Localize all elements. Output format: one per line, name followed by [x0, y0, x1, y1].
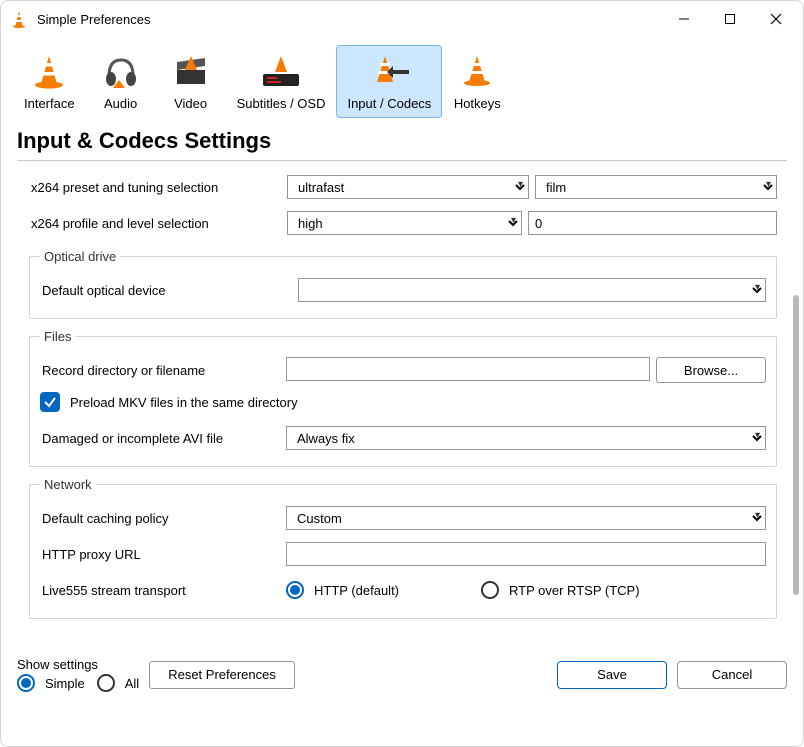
show-settings-label: Show settings	[17, 657, 139, 672]
row-x264-profile: x264 profile and level selection high	[29, 207, 777, 239]
x264-preset-select[interactable]: ultrafast	[287, 175, 529, 199]
tab-subtitles-osd[interactable]: Subtitles / OSD	[226, 45, 337, 118]
tab-label: Subtitles / OSD	[237, 96, 326, 111]
tab-label: Hotkeys	[454, 96, 501, 111]
maximize-button[interactable]	[707, 3, 753, 35]
avi-fix-select[interactable]: Always fix	[286, 426, 766, 450]
preload-mkv-label: Preload MKV files in the same directory	[70, 395, 298, 410]
tab-interface[interactable]: Interface	[13, 45, 86, 118]
avi-label: Damaged or incomplete AVI file	[40, 431, 286, 446]
titlebar: Simple Preferences	[1, 1, 803, 37]
group-optical-drive: Optical drive Default optical device	[29, 249, 777, 319]
vlc-cone-icon	[9, 9, 29, 29]
group-files: Files Record directory or filename Brows…	[29, 329, 777, 467]
live555-label: Live555 stream transport	[40, 583, 286, 598]
minimize-button[interactable]	[661, 3, 707, 35]
close-icon	[770, 13, 782, 25]
check-icon	[43, 395, 57, 409]
tab-label: Input / Codecs	[347, 96, 431, 111]
http-proxy-input[interactable]	[286, 542, 766, 566]
subtitles-icon	[259, 50, 303, 94]
footer: Show settings Simple All Reset Preferenc…	[1, 653, 803, 704]
live555-http-radio[interactable]	[286, 581, 304, 599]
live555-http-label: HTTP (default)	[314, 583, 399, 598]
x264-tuning-select[interactable]: film	[535, 175, 777, 199]
optical-device-select[interactable]	[298, 278, 766, 302]
cancel-button[interactable]: Cancel	[677, 661, 787, 689]
maximize-icon	[724, 13, 736, 25]
x264-profile-label: x264 profile and level selection	[29, 216, 287, 231]
group-network: Network Default caching policy Custom HT…	[29, 477, 777, 619]
scrollbar[interactable]	[793, 295, 799, 595]
record-path-input[interactable]	[286, 357, 650, 381]
tab-label: Video	[174, 96, 207, 111]
caching-policy-select[interactable]: Custom	[286, 506, 766, 530]
page-title: Input & Codecs Settings	[1, 118, 803, 160]
optical-device-label: Default optical device	[40, 283, 298, 298]
files-legend: Files	[40, 329, 75, 344]
minimize-icon	[678, 13, 690, 25]
live555-rtp-radio[interactable]	[481, 581, 499, 599]
tab-label: Audio	[104, 96, 137, 111]
show-all-radio[interactable]	[97, 674, 115, 692]
preload-mkv-checkbox-row: Preload MKV files in the same directory	[40, 392, 766, 412]
optical-legend: Optical drive	[40, 249, 120, 264]
show-simple-radio[interactable]	[17, 674, 35, 692]
reset-preferences-button[interactable]: Reset Preferences	[149, 661, 295, 689]
x264-preset-label: x264 preset and tuning selection	[29, 180, 287, 195]
network-legend: Network	[40, 477, 96, 492]
cone-icon	[27, 50, 71, 94]
show-simple-label: Simple	[45, 676, 85, 691]
tab-audio[interactable]: Audio	[86, 45, 156, 118]
preload-mkv-checkbox[interactable]	[40, 392, 60, 412]
codecs-icon	[367, 50, 411, 94]
browse-button[interactable]: Browse...	[656, 357, 766, 383]
settings-panel: x264 preset and tuning selection ultrafa…	[1, 161, 803, 653]
show-all-label: All	[125, 676, 139, 691]
x264-level-input[interactable]	[528, 211, 777, 235]
row-x264-preset: x264 preset and tuning selection ultrafa…	[29, 171, 777, 203]
show-settings-group: Show settings Simple All	[17, 657, 139, 692]
hotkeys-icon	[455, 50, 499, 94]
clapperboard-icon	[169, 50, 213, 94]
save-button[interactable]: Save	[557, 661, 667, 689]
tab-video[interactable]: Video	[156, 45, 226, 118]
category-tabs: Interface Audio Video Subtitles / OSD In…	[1, 37, 803, 118]
headphones-icon	[99, 50, 143, 94]
window-title: Simple Preferences	[37, 12, 150, 27]
proxy-label: HTTP proxy URL	[40, 547, 286, 562]
live555-rtp-label: RTP over RTSP (TCP)	[509, 583, 640, 598]
record-label: Record directory or filename	[40, 363, 286, 378]
x264-profile-select[interactable]: high	[287, 211, 522, 235]
close-button[interactable]	[753, 3, 799, 35]
caching-label: Default caching policy	[40, 511, 286, 526]
tab-label: Interface	[24, 96, 75, 111]
tab-hotkeys[interactable]: Hotkeys	[442, 45, 512, 118]
tab-input-codecs[interactable]: Input / Codecs	[336, 45, 442, 118]
